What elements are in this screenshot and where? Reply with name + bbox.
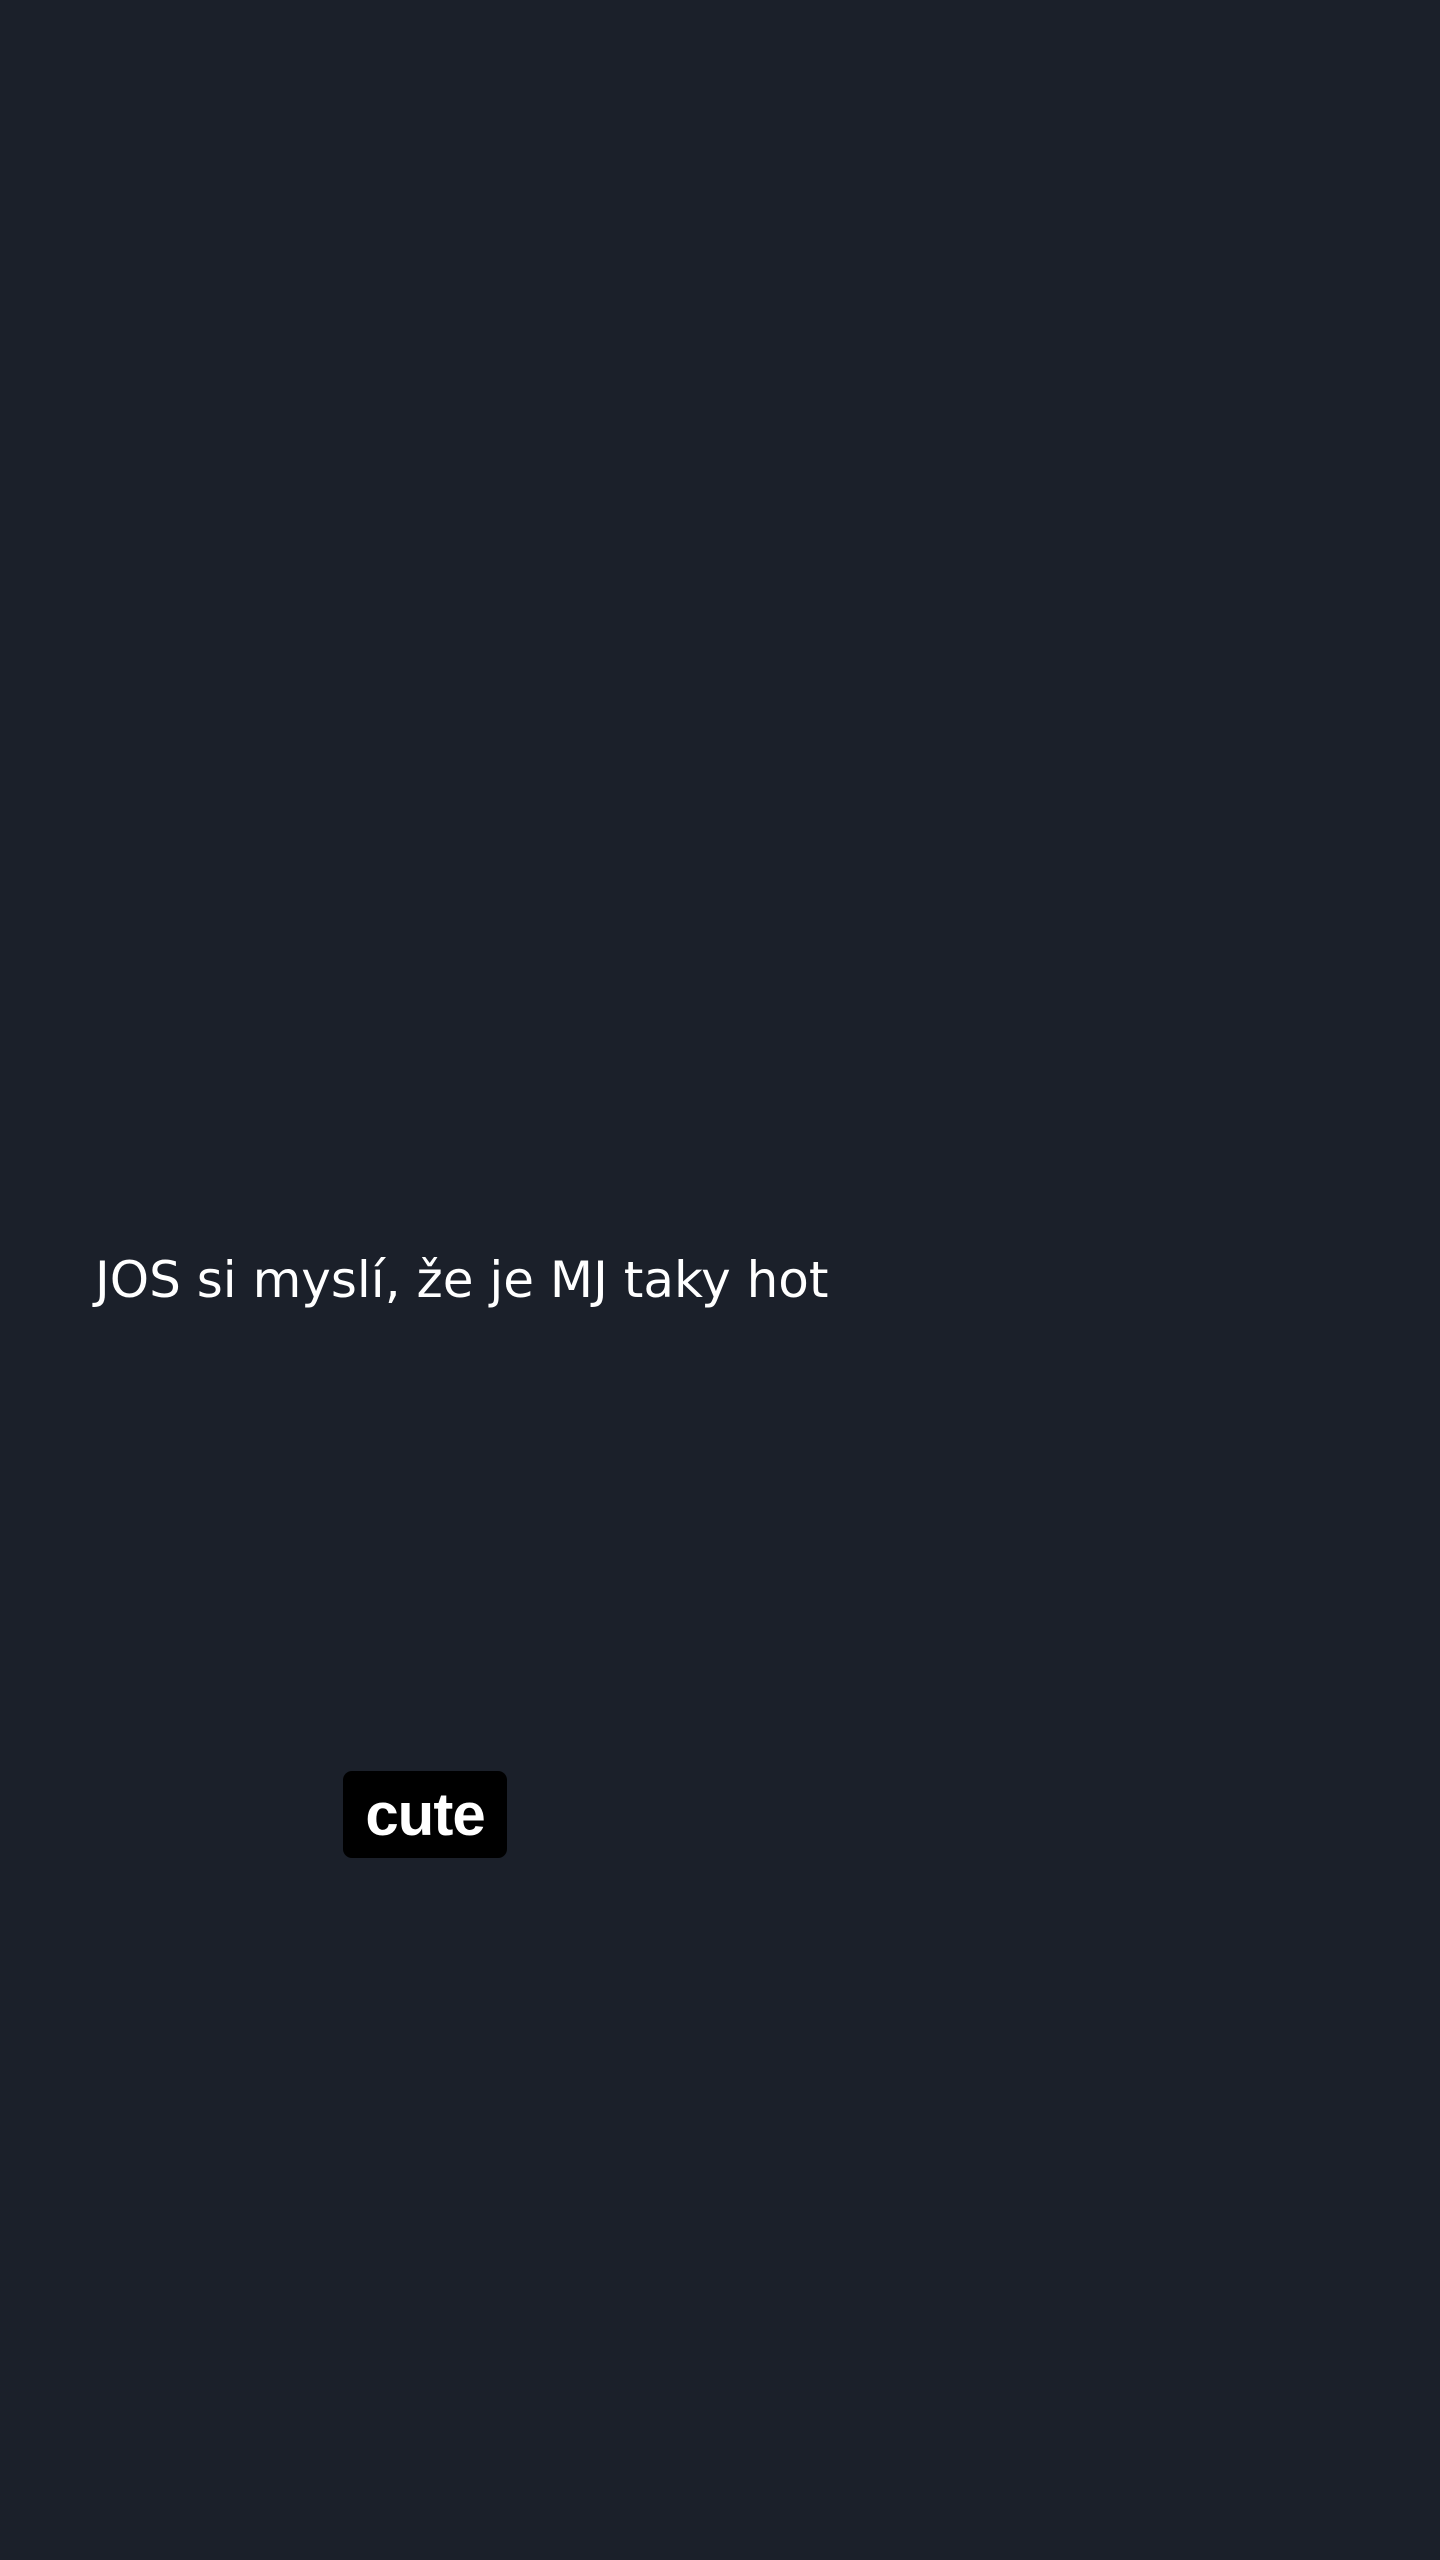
text-sticker[interactable]: cute: [343, 1771, 507, 1858]
story-caption-text: JOS si myslí, že je MJ taky hot: [95, 1251, 829, 1309]
story-screen: { "story": { "caption": "JOS si myslí, ž…: [0, 0, 1440, 2560]
